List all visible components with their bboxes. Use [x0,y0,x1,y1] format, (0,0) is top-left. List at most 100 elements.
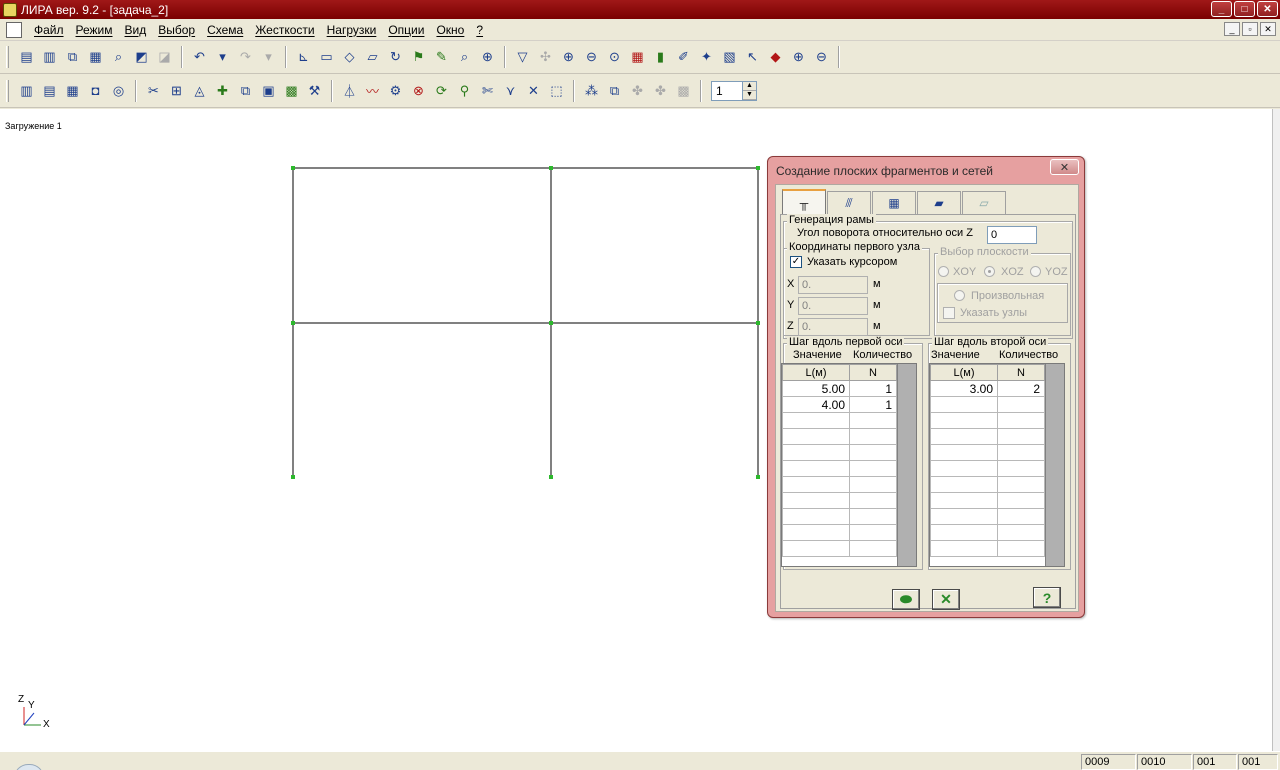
zoom-elements-icon[interactable]: ⊖ [580,46,603,69]
table-row[interactable] [930,508,1045,525]
flag-icon[interactable]: ⚑ [407,46,430,69]
report-icon[interactable]: ◪ [153,46,176,69]
support-icon[interactable]: ⏃ [338,79,361,102]
plane-yz-icon[interactable]: ▱ [361,46,384,69]
open-file-icon[interactable]: ▥ [38,46,61,69]
rotate-node-icon[interactable]: ⟳ [430,79,453,102]
cursor-checkbox[interactable]: ✓ [790,256,802,268]
document-icon[interactable]: ▦ [84,46,107,69]
menu-scheme[interactable]: Схема [201,23,249,37]
tab-truss[interactable]: ⫻ [827,191,871,214]
runner-icon[interactable]: ✦ [695,46,718,69]
target-icon[interactable]: ⊗ [407,79,430,102]
table-row[interactable]: 3.00 2 [930,380,1045,397]
zoom-in-icon[interactable]: ⊕ [787,46,810,69]
step2-scrollbar[interactable] [1045,364,1064,566]
brush-icon[interactable]: ✐ [672,46,695,69]
zoom-nodes-icon[interactable]: ⊕ [557,46,580,69]
vertical-scrollbar[interactable] [1272,109,1280,751]
cut-icon[interactable]: ✂ [142,79,165,102]
tab-frame[interactable]: ╥ [782,189,826,214]
document-icon[interactable] [6,21,22,38]
maximize-button[interactable]: □ [1234,1,1255,17]
nodes-checkbox[interactable] [943,307,955,319]
table-row[interactable] [930,540,1045,557]
projection-icon[interactable]: ◇ [338,46,361,69]
menu-select[interactable]: Выбор [152,23,201,37]
tab-shell[interactable]: ▰ [917,191,961,214]
mdi-minimize-button[interactable]: _ [1224,22,1240,36]
layers-icon[interactable]: ⧉ [603,79,626,102]
redo-dropdown-icon[interactable]: ▾ [257,46,280,69]
table-row[interactable] [782,524,897,541]
pack-icon[interactable]: ⬚ [545,79,568,102]
table-row[interactable] [782,492,897,509]
apply-button[interactable]: ⬬ [892,589,920,610]
table-row[interactable] [930,428,1045,445]
step1-scrollbar[interactable] [897,364,916,566]
close-button[interactable]: ✕ [1257,1,1278,17]
minimize-button[interactable]: _ [1211,1,1232,17]
nodes-icon[interactable]: ⁂ [580,79,603,102]
load-case-stepper[interactable]: 1 ▲ ▼ [711,80,757,101]
assemble-icon[interactable]: ✤ [626,79,649,102]
chart-icon[interactable]: ◩ [130,46,153,69]
table-row[interactable] [782,412,897,429]
menu-stiffness[interactable]: Жесткости [249,23,320,37]
step1-l-cell[interactable]: 5.00 [782,380,850,397]
load-case-field[interactable]: 1 [711,80,743,101]
help-button[interactable]: ? [1033,587,1061,608]
table-row[interactable] [782,540,897,557]
undo-icon[interactable]: ↶ [188,46,211,69]
table-row[interactable] [782,444,897,461]
pencil-icon[interactable]: ✎ [430,46,453,69]
stack-block-icon[interactable]: ▩ [280,79,303,102]
step2-table[interactable]: L(м) N 3.00 2 [929,363,1065,567]
grid-icon[interactable]: ▦ [61,79,84,102]
triangle-icon[interactable]: ◬ [188,79,211,102]
rotate-icon[interactable]: ↻ [384,46,407,69]
coord-y-input[interactable]: 0. [798,297,868,315]
select-icon[interactable]: ✣ [534,46,557,69]
toolbar-grip[interactable] [6,46,9,68]
book-icon[interactable]: ◆ [764,46,787,69]
menu-mode[interactable]: Режим [70,23,119,37]
coord-z-input[interactable]: 0. [798,318,868,336]
menu-file[interactable]: Файл [28,23,70,37]
table-row[interactable] [930,460,1045,477]
menu-window[interactable]: Окно [430,23,470,37]
copy-element-icon[interactable]: ⧉ [234,79,257,102]
tab-plate[interactable]: ▦ [872,191,916,214]
step1-n-cell[interactable]: 1 [849,380,897,397]
pin-icon[interactable]: ⚲ [453,79,476,102]
menu-loads[interactable]: Нагрузки [321,23,383,37]
mdi-restore-button[interactable]: ▫ [1242,22,1258,36]
tab-mesh[interactable]: ▱ [962,191,1006,214]
join-icon[interactable]: ⋎ [499,79,522,102]
redo-icon[interactable]: ↷ [234,46,257,69]
step1-l-cell[interactable]: 4.00 [782,396,850,413]
copy-icon[interactable]: ⧉ [61,46,84,69]
table-row[interactable]: 5.00 1 [782,380,897,397]
step2-l-cell[interactable]: 3.00 [930,380,998,397]
dialog-close-button[interactable]: ✕ [1050,159,1079,175]
table-row[interactable] [782,508,897,525]
radio-xoy[interactable] [938,266,949,277]
add-node-icon[interactable]: ✚ [211,79,234,102]
copy-block-icon[interactable]: ▣ [257,79,280,102]
new-file-icon[interactable]: ▤ [15,46,38,69]
mdi-close-button[interactable]: ✕ [1260,22,1276,36]
filter-icon[interactable]: ▽ [511,46,534,69]
move-icon[interactable]: ⊞ [165,79,188,102]
plane-xz-icon[interactable]: ▭ [315,46,338,69]
menu-view[interactable]: Вид [119,23,153,37]
step1-n-cell[interactable]: 1 [849,396,897,413]
print-preview-icon[interactable]: ⌕ [107,46,130,69]
disassemble-icon[interactable]: ✤ [649,79,672,102]
table-row[interactable] [930,412,1045,429]
context-help-icon[interactable]: ↖ [741,46,764,69]
step1-table[interactable]: L(м) N 5.00 1 4.00 1 [781,363,917,567]
split-icon[interactable]: ✕ [522,79,545,102]
table-row[interactable] [930,492,1045,509]
table-row[interactable] [930,476,1045,493]
